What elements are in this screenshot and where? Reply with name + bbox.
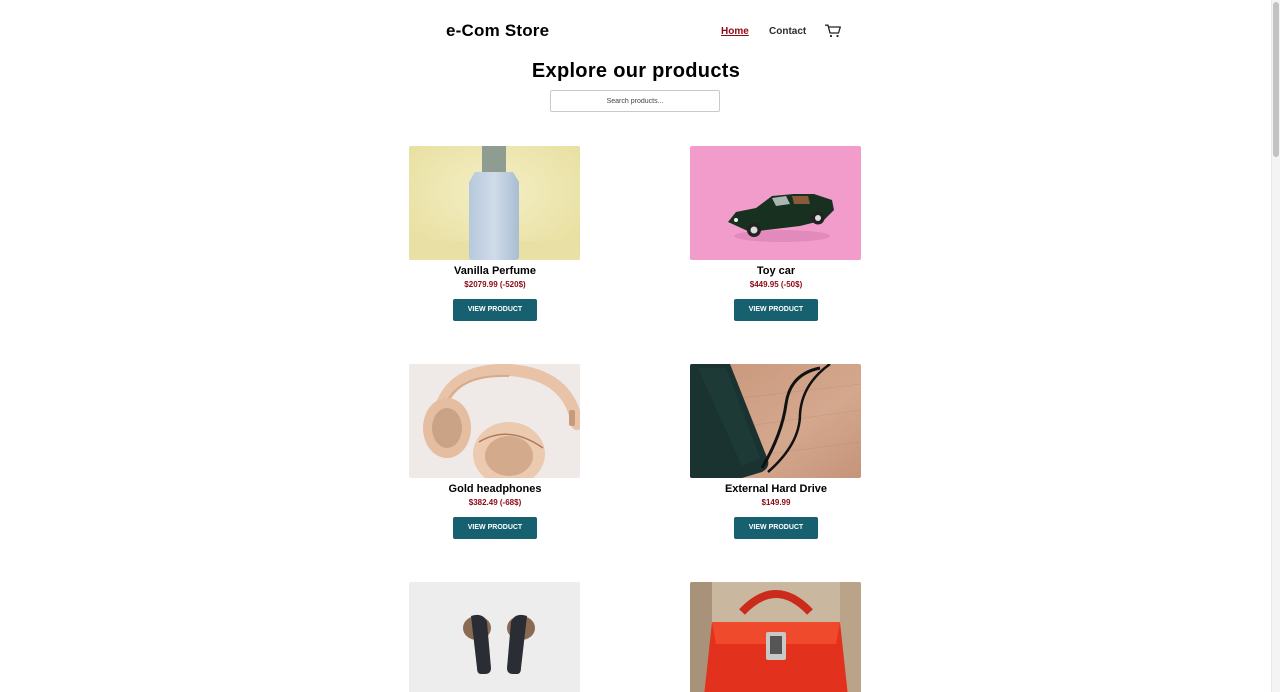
view-product-button[interactable]: VIEW PRODUCT <box>453 517 537 539</box>
site-header: e-Com Store Home Contact <box>446 18 842 46</box>
view-product-button[interactable]: VIEW PRODUCT <box>453 299 537 321</box>
page: e-Com Store Home Contact Explore our pro… <box>0 0 1280 692</box>
nav-home-link[interactable]: Home <box>721 26 749 37</box>
view-product-button[interactable]: VIEW PRODUCT <box>734 299 818 321</box>
product-price: $2079.99 (-520$) <box>464 280 526 289</box>
nav-contact-link[interactable]: Contact <box>769 26 806 37</box>
search-input[interactable] <box>550 90 720 112</box>
perfume-bottle-image[interactable] <box>409 146 580 260</box>
earbuds-image[interactable] <box>409 582 580 692</box>
scrollbar-thumb[interactable] <box>1273 2 1279 157</box>
product-card <box>409 582 581 692</box>
shopping-cart-icon[interactable] <box>824 24 841 38</box>
product-price: $449.95 (-50$) <box>749 280 803 289</box>
product-card: Toy car $449.95 (-50$) VIEW PRODUCT <box>690 146 862 321</box>
vertical-scrollbar[interactable] <box>1271 0 1280 692</box>
headphones-image[interactable] <box>409 364 580 478</box>
product-name: Vanilla Perfume <box>454 265 536 277</box>
product-name: Gold headphones <box>448 483 542 495</box>
product-card: External Hard Drive $149.99 VIEW PRODUCT <box>690 364 862 539</box>
toy-car-image[interactable] <box>690 146 861 260</box>
page-title: Explore our products <box>531 60 741 82</box>
product-name: External Hard Drive <box>724 483 828 495</box>
brand-logo[interactable]: e-Com Store <box>446 21 549 41</box>
product-name: Toy car <box>756 265 796 277</box>
red-handbag-image[interactable] <box>690 582 861 692</box>
product-card: Gold headphones $382.49 (-68$) VIEW PROD… <box>409 364 581 539</box>
view-product-button[interactable]: VIEW PRODUCT <box>734 517 818 539</box>
product-price: $382.49 (-68$) <box>468 498 522 507</box>
product-card: Vanilla Perfume $2079.99 (-520$) VIEW PR… <box>409 146 581 321</box>
hard-drive-image[interactable] <box>690 364 861 478</box>
product-price: $149.99 <box>761 498 791 507</box>
product-card <box>690 582 862 692</box>
